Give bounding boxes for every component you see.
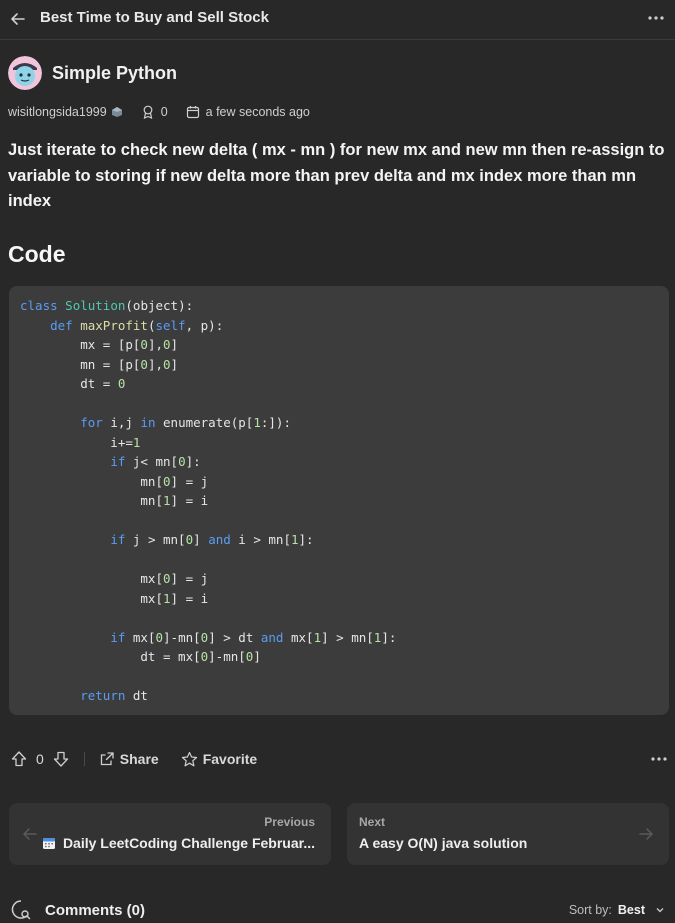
share-button[interactable]: Share	[99, 751, 159, 767]
post-actions: 0 Share Favorite	[10, 748, 670, 770]
post-meta: wisitlongsida1999 0 a few seconds ago	[8, 105, 328, 119]
award-icon	[143, 105, 153, 119]
comments-title: Comments (0)	[45, 902, 146, 919]
sort-dropdown[interactable]: Sort by: Best	[569, 903, 665, 917]
previous-title-text: Daily LeetCoding Challenge Februar...	[62, 835, 315, 851]
arrow-left-icon	[23, 828, 37, 840]
avatar[interactable]	[8, 56, 42, 90]
code-heading: Code	[8, 241, 66, 267]
posted-time: a few seconds ago	[205, 105, 310, 119]
divider	[83, 752, 85, 766]
reputation-count: 0	[160, 105, 168, 119]
reputation: 0	[141, 105, 168, 119]
previous-title: Daily LeetCoding Challenge Februar...	[42, 835, 315, 851]
comments-header: Comments (0) Sort by: Best	[10, 899, 665, 923]
favorite-button[interactable]: Favorite	[181, 751, 257, 768]
calendar-icon	[42, 838, 55, 849]
next-label: Next	[359, 815, 386, 829]
code-content: class Solution(object): def maxProfit(se…	[20, 298, 397, 703]
more-options-icon[interactable]	[645, 8, 667, 28]
favorite-label: Favorite	[202, 751, 258, 767]
next-post-card[interactable]: Next A easy O(N) java solution	[347, 803, 669, 865]
author-row: Simple Python	[8, 56, 177, 90]
page-title: Best Time to Buy and Sell Stock	[40, 9, 269, 26]
sort-value: Best	[617, 903, 645, 917]
sort-label: Sort by:	[568, 903, 612, 917]
previous-post-card[interactable]: Previous Daily LeetCoding Challenge Febr…	[9, 803, 331, 865]
next-title: A easy O(N) java solution	[359, 835, 528, 851]
arrow-right-icon	[639, 828, 653, 840]
share-icon	[100, 752, 114, 766]
user-badge-icon	[111, 107, 122, 117]
calendar-icon	[186, 106, 199, 119]
downvote-button[interactable]	[52, 750, 70, 768]
back-arrow-icon[interactable]	[8, 9, 28, 29]
comment-search-icon	[11, 900, 31, 920]
post-title: Simple Python	[52, 62, 178, 83]
more-actions-icon[interactable]	[648, 748, 670, 768]
top-header: Best Time to Buy and Sell Stock	[0, 0, 675, 40]
vote-count: 0	[36, 751, 44, 767]
star-icon	[181, 751, 197, 766]
chevron-down-icon	[656, 908, 664, 913]
previous-label: Previous	[264, 815, 315, 829]
upvote-icon	[11, 751, 27, 767]
share-label: Share	[119, 751, 159, 767]
post-date: a few seconds ago	[186, 105, 310, 119]
code-block[interactable]: class Solution(object): def maxProfit(se…	[9, 286, 669, 715]
post-summary: Just iterate to check new delta ( mx - m…	[8, 141, 665, 210]
author-username[interactable]: wisitlongsida1999	[8, 105, 107, 119]
downvote-icon	[53, 751, 68, 767]
upvote-button[interactable]	[10, 750, 28, 768]
